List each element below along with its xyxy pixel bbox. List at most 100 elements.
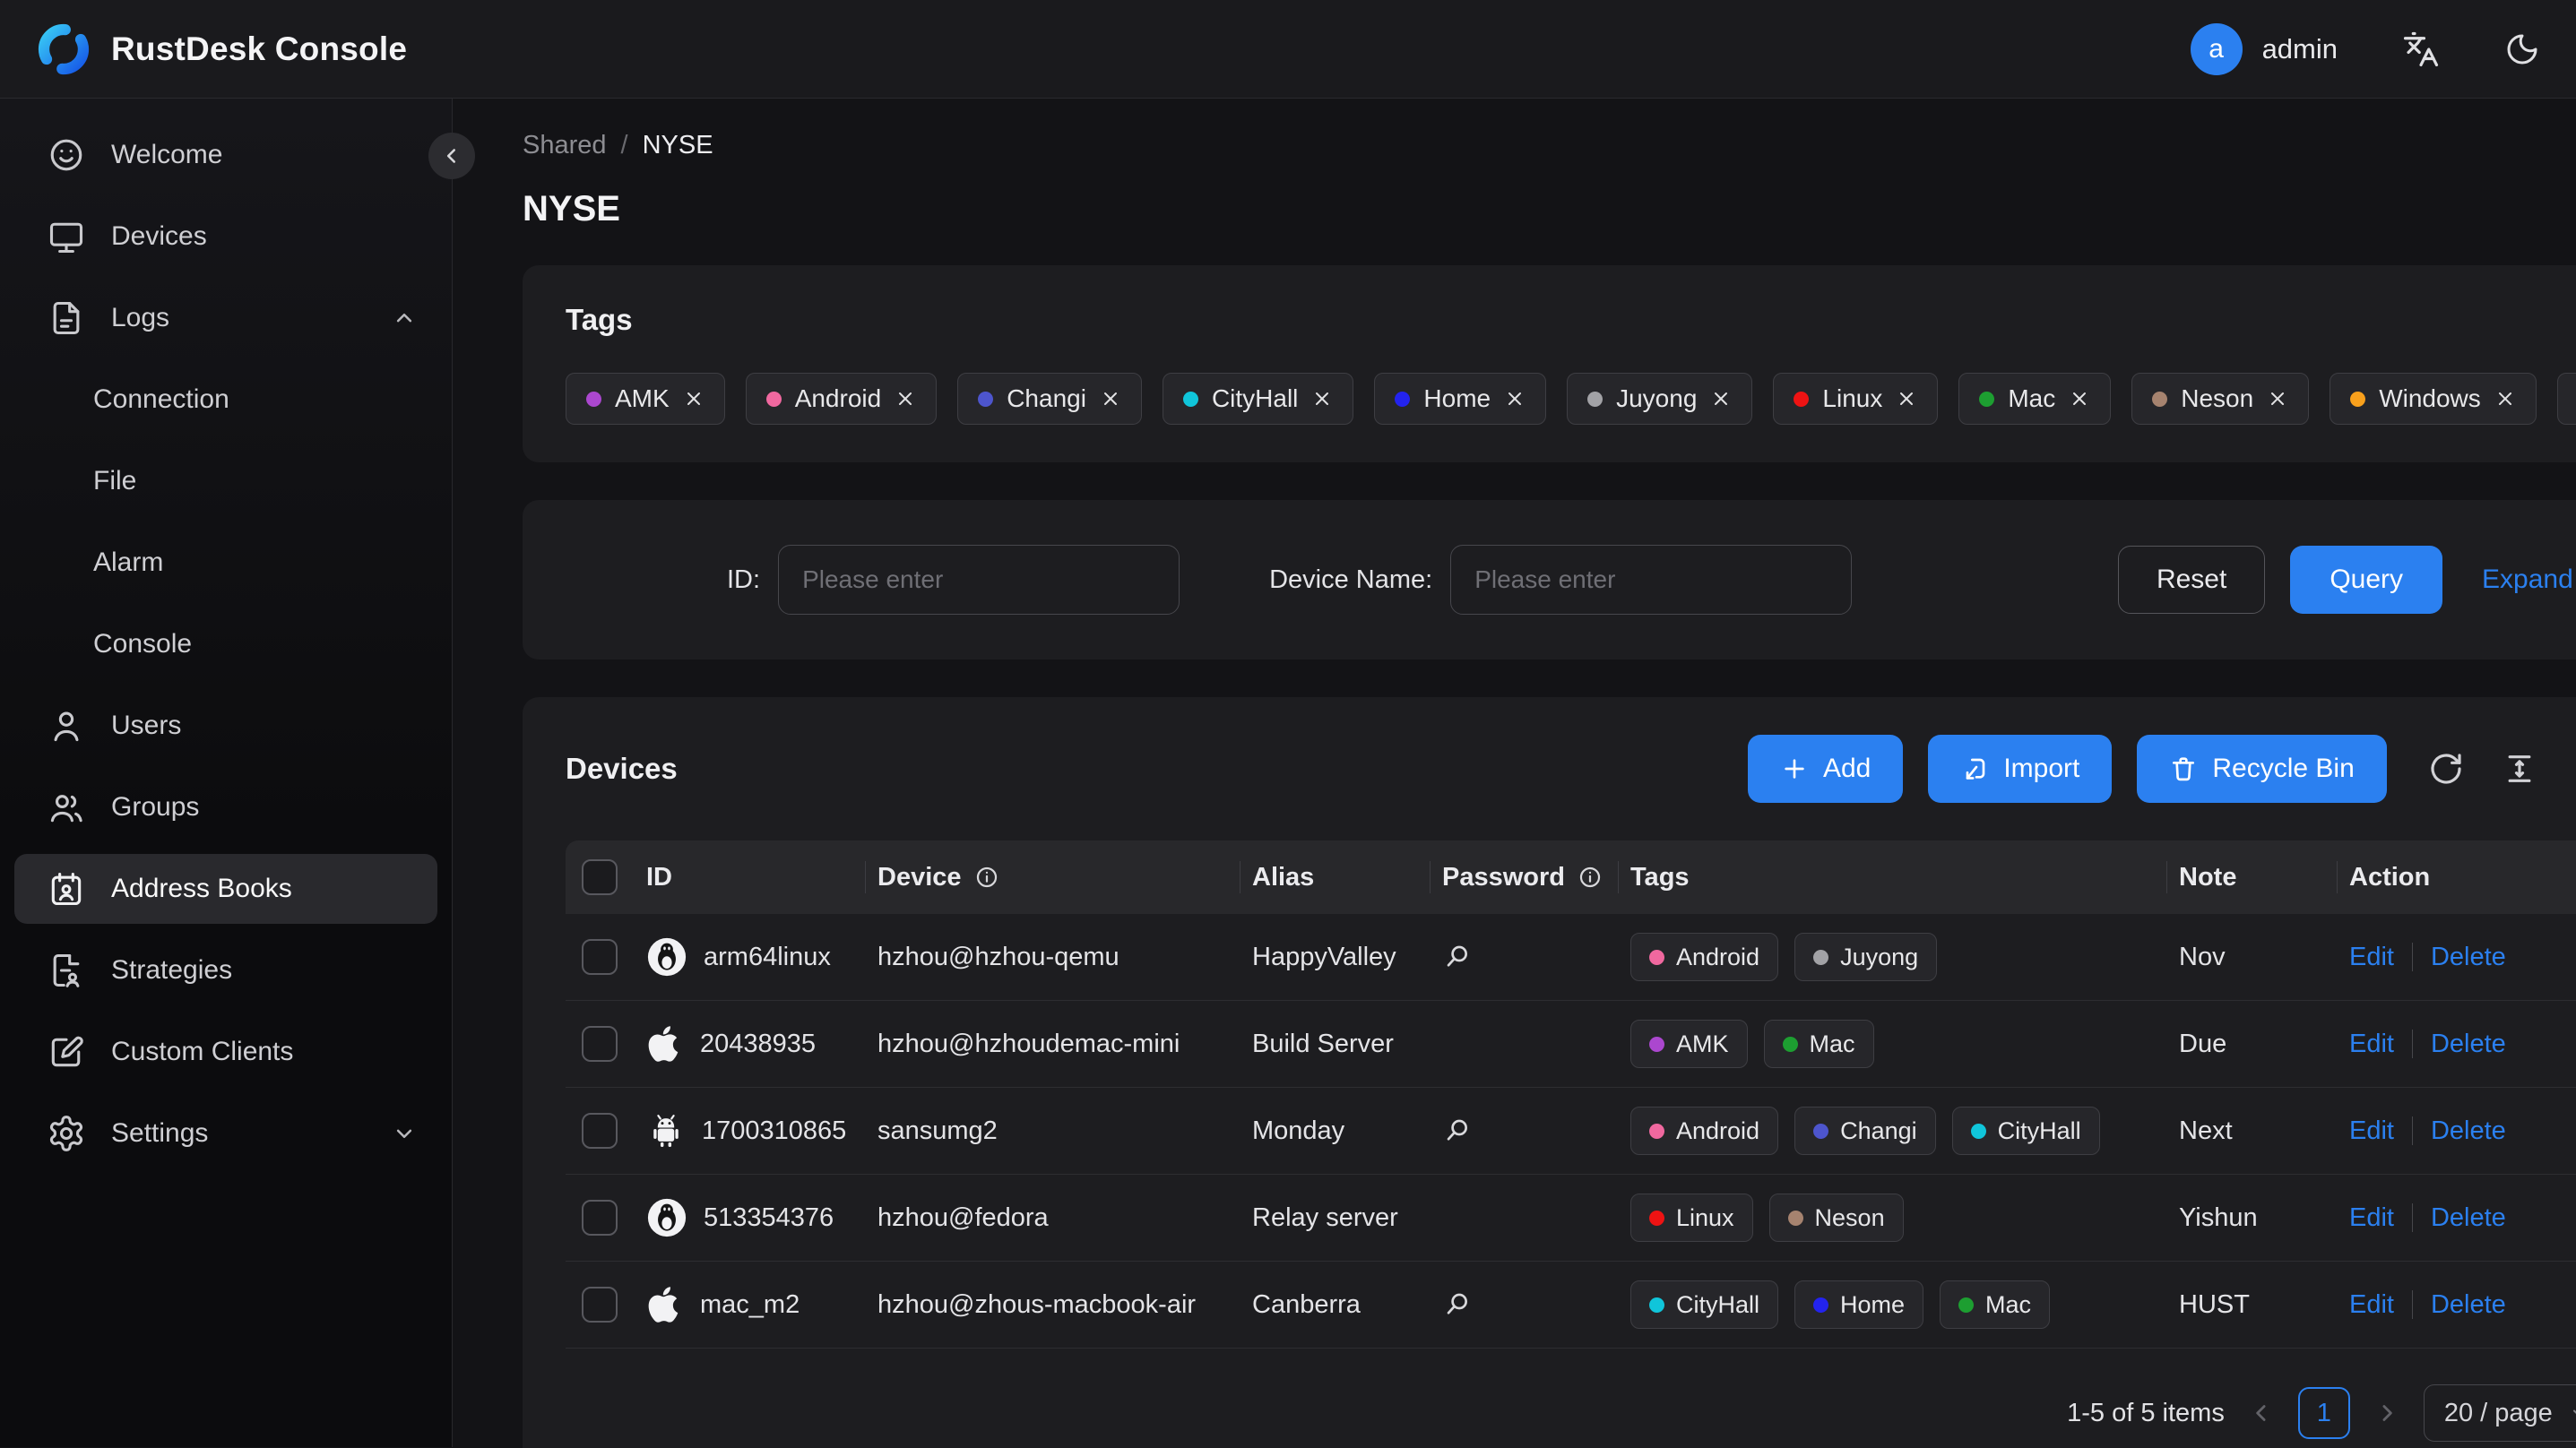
sidebar-item-settings[interactable]: Settings bbox=[14, 1099, 437, 1168]
sidebar-item-label: Welcome bbox=[111, 140, 223, 169]
sidebar: Welcome Devices Logs Connection File Ala… bbox=[0, 99, 475, 1447]
device-name: hzhou@hzhou-qemu bbox=[877, 942, 1119, 971]
tag-chip-amk[interactable]: AMK bbox=[566, 373, 725, 425]
sidebar-item-label: Logs bbox=[111, 303, 170, 332]
delete-link[interactable]: Delete bbox=[2431, 1203, 2506, 1233]
username[interactable]: admin bbox=[2262, 33, 2338, 65]
sidebar-item-users[interactable]: Users bbox=[14, 691, 437, 761]
tag-color-dot bbox=[2350, 391, 2366, 407]
delete-link[interactable]: Delete bbox=[2431, 943, 2506, 972]
app-title: RustDesk Console bbox=[111, 30, 408, 67]
tag-chip-linux[interactable]: Linux bbox=[1773, 373, 1939, 425]
device-name-filter-input[interactable] bbox=[1450, 545, 1853, 615]
remove-tag-icon[interactable] bbox=[1504, 388, 1526, 409]
column-header-note: Note bbox=[2166, 840, 2349, 914]
import-button[interactable]: Import bbox=[1928, 735, 2113, 803]
select-row-checkbox[interactable] bbox=[582, 1200, 618, 1236]
sidebar-item-label: Console bbox=[93, 629, 193, 659]
remove-tag-icon[interactable] bbox=[2494, 388, 2516, 409]
refresh-icon[interactable] bbox=[2428, 751, 2464, 787]
sidebar-collapse-button[interactable] bbox=[428, 133, 475, 179]
sidebar-item-label: Strategies bbox=[111, 955, 233, 985]
delete-link[interactable]: Delete bbox=[2431, 1116, 2506, 1146]
device-id: 20438935 bbox=[700, 1029, 817, 1058]
tag-chip-windows[interactable]: Windows bbox=[2330, 373, 2537, 425]
info-icon[interactable] bbox=[1578, 865, 1603, 890]
edit-link[interactable]: Edit bbox=[2349, 1116, 2394, 1146]
language-icon[interactable] bbox=[2402, 30, 2440, 68]
page-size-select[interactable]: 20 / page bbox=[2423, 1384, 2576, 1442]
select-row-checkbox[interactable] bbox=[582, 1113, 618, 1149]
sidebar-item-connection[interactable]: Connection bbox=[14, 365, 437, 435]
edit-link[interactable]: Edit bbox=[2349, 1290, 2394, 1320]
query-button[interactable]: Query bbox=[2290, 546, 2443, 614]
avatar[interactable]: a bbox=[2190, 22, 2243, 75]
id-filter-label: ID: bbox=[727, 565, 761, 594]
device-alias: Monday bbox=[1252, 1116, 1345, 1145]
delete-link[interactable]: Delete bbox=[2431, 1030, 2506, 1059]
delete-link[interactable]: Delete bbox=[2431, 1290, 2506, 1320]
select-row-checkbox[interactable] bbox=[582, 939, 618, 975]
chevron-up-icon bbox=[391, 305, 418, 332]
select-all-checkbox[interactable] bbox=[582, 859, 618, 895]
sidebar-item-strategies[interactable]: Strategies bbox=[14, 935, 437, 1005]
remove-tag-icon[interactable] bbox=[1710, 388, 1732, 409]
reveal-password-icon[interactable] bbox=[1442, 1289, 1630, 1320]
reveal-password-icon[interactable] bbox=[1442, 1116, 1630, 1146]
device-tag: AMK bbox=[1630, 1020, 1748, 1068]
file-icon bbox=[47, 298, 86, 338]
tag-color-dot bbox=[978, 391, 994, 407]
device-name-filter-label: Device Name: bbox=[1269, 565, 1433, 594]
tag-color-dot bbox=[1794, 391, 1810, 407]
remove-tag-icon[interactable] bbox=[2069, 388, 2090, 409]
recycle-bin-button[interactable]: Recycle Bin bbox=[2137, 735, 2387, 803]
device-name: hzhou@zhous-macbook-air bbox=[877, 1289, 1197, 1319]
tag-chip-neson[interactable]: Neson bbox=[2131, 373, 2310, 425]
select-row-checkbox[interactable] bbox=[582, 1026, 618, 1062]
tag-chip-cityhall[interactable]: CityHall bbox=[1162, 373, 1354, 425]
remove-tag-icon[interactable] bbox=[895, 388, 916, 409]
sidebar-item-devices[interactable]: Devices bbox=[14, 202, 437, 272]
sidebar-item-console[interactable]: Console bbox=[14, 609, 437, 679]
tag-chip-home[interactable]: Home bbox=[1374, 373, 1547, 425]
previous-page-icon[interactable] bbox=[2248, 1400, 2275, 1426]
tags-list: AMK Android Changi CityHall Home Juyong … bbox=[566, 373, 2576, 425]
sidebar-item-welcome[interactable]: Welcome bbox=[14, 120, 437, 190]
remove-tag-icon[interactable] bbox=[1100, 388, 1121, 409]
select-row-checkbox[interactable] bbox=[582, 1287, 618, 1323]
remove-tag-icon[interactable] bbox=[1311, 388, 1333, 409]
sidebar-item-custom-clients[interactable]: Custom Clients bbox=[14, 1017, 437, 1087]
sidebar-item-label: Groups bbox=[111, 792, 200, 822]
top-bar: RustDesk Console a admin bbox=[0, 0, 2576, 99]
device-name: sansumg2 bbox=[877, 1116, 998, 1145]
page-number-1[interactable]: 1 bbox=[2297, 1387, 2350, 1439]
row-height-icon[interactable] bbox=[2502, 751, 2537, 787]
reset-button[interactable]: Reset bbox=[2117, 546, 2266, 614]
sidebar-item-groups[interactable]: Groups bbox=[14, 772, 437, 842]
sidebar-item-address-books[interactable]: Address Books bbox=[14, 854, 437, 924]
id-filter-input[interactable] bbox=[778, 545, 1180, 615]
tag-chip-android[interactable]: Android bbox=[745, 373, 938, 425]
edit-link[interactable]: Edit bbox=[2349, 943, 2394, 972]
sidebar-item-alarm[interactable]: Alarm bbox=[14, 528, 437, 598]
device-tag: Changi bbox=[1794, 1107, 1936, 1155]
info-icon[interactable] bbox=[974, 865, 999, 890]
tag-chip-changi[interactable]: Changi bbox=[957, 373, 1142, 425]
remove-tag-icon[interactable] bbox=[683, 388, 705, 409]
next-page-icon[interactable] bbox=[2373, 1400, 2400, 1426]
add-device-button[interactable]: Add bbox=[1747, 735, 1904, 803]
edit-link[interactable]: Edit bbox=[2349, 1203, 2394, 1233]
dark-mode-moon-icon[interactable] bbox=[2504, 31, 2540, 67]
remove-tag-icon[interactable] bbox=[1896, 388, 1917, 409]
sidebar-item-file[interactable]: File bbox=[14, 446, 437, 516]
remove-tag-icon[interactable] bbox=[2267, 388, 2288, 409]
tag-chip-juyong[interactable]: Juyong bbox=[1567, 373, 1753, 425]
add-tag-button[interactable]: + bbox=[2556, 373, 2576, 425]
sidebar-item-logs[interactable]: Logs bbox=[14, 283, 437, 353]
edit-link[interactable]: Edit bbox=[2349, 1030, 2394, 1059]
tag-color-dot bbox=[1587, 391, 1604, 407]
breadcrumb-shared[interactable]: Shared bbox=[523, 131, 607, 160]
tag-chip-mac[interactable]: Mac bbox=[1958, 373, 2112, 425]
expand-link[interactable]: Expand bbox=[2482, 565, 2576, 595]
reveal-password-icon[interactable] bbox=[1442, 942, 1630, 972]
